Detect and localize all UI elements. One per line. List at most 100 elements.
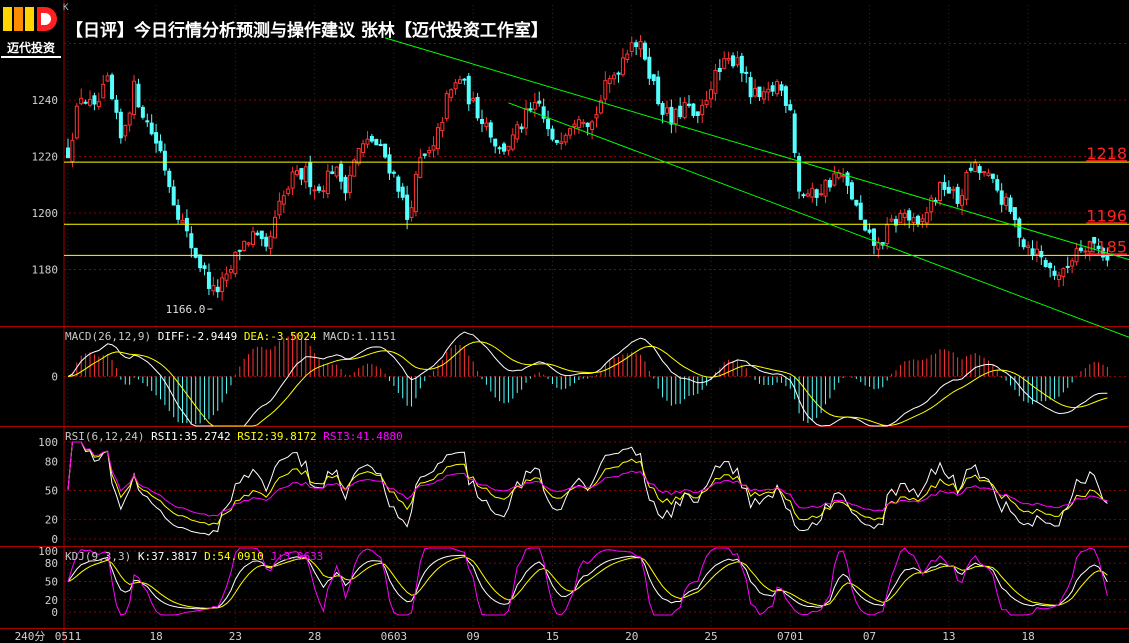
candle-body <box>1030 248 1035 256</box>
candle-body <box>321 190 326 193</box>
candle-body <box>422 153 427 156</box>
candle-body <box>224 273 229 281</box>
candle-body <box>546 118 551 130</box>
x-tick-label: 13 <box>942 630 955 643</box>
candle-body <box>911 217 916 223</box>
candle-body <box>127 112 132 126</box>
candle-body <box>453 82 458 90</box>
candle-body <box>369 136 374 142</box>
candle-body <box>228 268 233 273</box>
candle-body <box>457 79 462 84</box>
candle-body <box>361 143 366 154</box>
candle-body <box>418 157 423 178</box>
rsi-tick-label: 80 <box>45 455 58 468</box>
rsi-tick-label: 50 <box>45 485 58 498</box>
candle-body <box>744 71 749 74</box>
candle-body <box>1026 245 1031 248</box>
candle-body <box>832 173 837 186</box>
candle-body <box>488 122 493 138</box>
candle-body <box>594 114 599 119</box>
candle-body <box>550 128 555 140</box>
candle-body <box>171 186 176 206</box>
chart-canvas: 1180 1200 1220 1240 0511 18 23 28 0603 09 15 20 25 07… <box>0 0 1129 643</box>
logo-mark-icon <box>3 7 57 31</box>
candle-body <box>405 194 410 220</box>
candle-body <box>867 229 872 233</box>
candle-body <box>1105 255 1110 261</box>
candle-body <box>317 186 322 191</box>
x-tick-label: 07 <box>863 630 876 643</box>
candle-body <box>968 167 973 171</box>
candle-body <box>435 127 440 150</box>
candle-body <box>779 84 784 91</box>
candle-body <box>638 40 643 50</box>
candle-body <box>497 147 502 150</box>
candle-body <box>101 83 106 99</box>
candle-body <box>74 105 79 139</box>
candle-body <box>616 72 621 75</box>
candle-body <box>1012 207 1017 221</box>
x-tick-label: 0511 <box>55 630 82 643</box>
candle-body <box>524 108 529 129</box>
candle-body <box>660 103 665 115</box>
candle-body <box>704 100 709 106</box>
candle-body <box>466 75 471 105</box>
x-tick-label: 0701 <box>777 630 804 643</box>
candle-body <box>845 172 850 186</box>
candle-body <box>783 86 788 106</box>
candle-body <box>479 118 484 124</box>
candle-body <box>220 277 225 292</box>
candle-body <box>986 172 991 176</box>
candle-body <box>805 193 810 197</box>
kdj-tick-label: 20 <box>45 594 58 607</box>
candle-body <box>462 78 467 81</box>
candle-body <box>559 141 564 144</box>
candle-body <box>1078 247 1083 252</box>
candle-body <box>1061 268 1066 278</box>
candle-body <box>735 57 740 66</box>
rsi-readout-rsi1: RSI1:35.2742 <box>151 430 237 443</box>
candle-body <box>475 96 480 119</box>
candle-body <box>924 212 929 224</box>
candle-body <box>1039 250 1044 258</box>
candle-body <box>999 190 1004 205</box>
candle-body <box>1017 218 1022 238</box>
price-tick-label: 1240 <box>32 94 59 107</box>
candle-body <box>757 86 762 98</box>
candle-body <box>678 105 683 118</box>
macd-params: MACD(26,12,9) <box>65 330 158 343</box>
candle-body <box>1004 196 1009 206</box>
candle-body <box>387 154 392 174</box>
candle-body <box>255 232 260 236</box>
x-tick-label: 0603 <box>381 630 408 643</box>
candle-body <box>731 55 736 67</box>
candle-body <box>916 215 921 225</box>
x-tick-label: 23 <box>229 630 242 643</box>
candle-body <box>123 125 128 137</box>
candle-body <box>761 91 766 100</box>
candle-body <box>717 67 722 72</box>
candle-body <box>819 193 824 196</box>
candle-body <box>272 216 277 239</box>
candle-body <box>449 89 454 98</box>
kdj-tick-label: 100 <box>38 545 58 558</box>
candle-body <box>801 194 806 197</box>
candle-body <box>625 53 630 61</box>
logo-text: 迈代投资 <box>1 40 61 58</box>
rsi-readout-rsi2: RSI2:39.8172 <box>237 430 323 443</box>
level-label: 1218 <box>1086 144 1127 163</box>
candle-body <box>576 119 581 128</box>
candle-body <box>775 81 780 95</box>
candle-body <box>827 180 832 188</box>
candle-body <box>202 265 207 269</box>
candle-body <box>1048 262 1053 269</box>
candle-body <box>695 111 700 117</box>
candle-body <box>374 138 379 146</box>
kdj-header: KDJ(9,3,3) K:37.3817 D:54.0910 J:3.9633 <box>65 550 323 563</box>
candle-body <box>814 189 819 198</box>
candle-body <box>629 42 634 52</box>
candle-body <box>1070 260 1075 267</box>
candle-body <box>700 104 705 115</box>
candle-body <box>493 138 498 147</box>
candle-body <box>409 207 414 219</box>
